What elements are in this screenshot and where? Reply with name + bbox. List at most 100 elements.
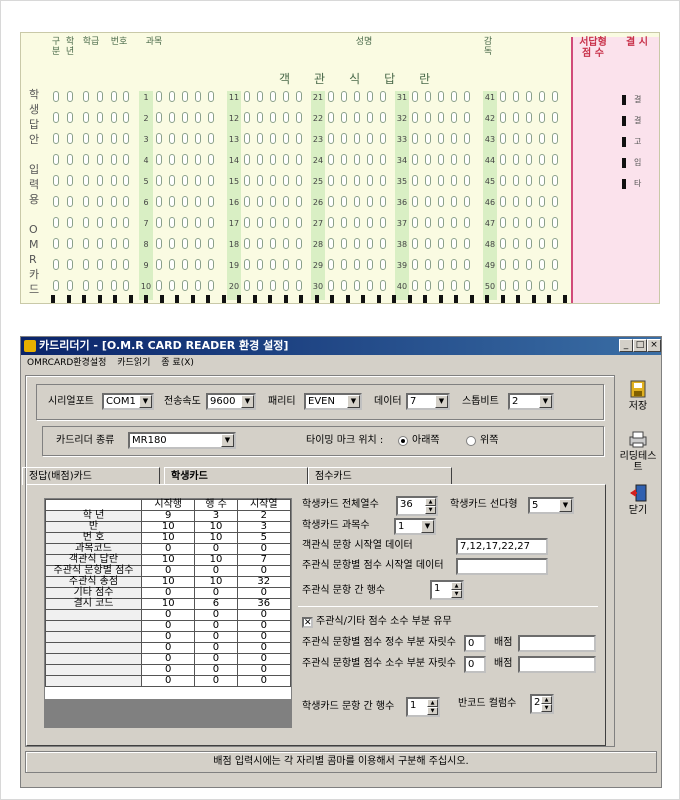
table-row[interactable]: 번 호 10 10 5 (45, 532, 292, 544)
grid-cell[interactable]: 0 (236, 543, 292, 555)
spin-up-icon[interactable]: ▲ (427, 699, 438, 707)
radio-top[interactable] (466, 436, 476, 446)
table-row[interactable]: 000 (45, 642, 292, 654)
close-panel-button[interactable]: 닫기 (617, 483, 659, 516)
table-row[interactable]: 객관식 답란 10 10 7 (45, 554, 292, 566)
radio-bottom[interactable] (398, 436, 408, 446)
grid-cell[interactable]: 10 (140, 598, 196, 610)
menu-omr-settings[interactable]: OMRCARD환경설정 (21, 355, 110, 371)
data-select[interactable]: 7 ▼ (406, 393, 450, 410)
grid-cell[interactable]: 36 (236, 598, 292, 610)
decimal-checkbox[interactable]: ✕ (302, 617, 313, 628)
table-row[interactable]: 반 10 10 3 (45, 521, 292, 533)
menu-card-read[interactable]: 카드읽기 (113, 355, 154, 371)
close-button[interactable]: × (647, 339, 661, 352)
grid-cell[interactable]: 0 (194, 675, 238, 687)
grid-cell[interactable]: 0 (140, 543, 196, 555)
grid-cell[interactable]: 10 (140, 554, 196, 566)
grid-cell[interactable]: 10 (194, 554, 238, 566)
grid-cell[interactable]: 0 (236, 664, 292, 676)
grid-cell[interactable]: 0 (140, 664, 196, 676)
grid-cell[interactable]: 0 (194, 587, 238, 599)
q-rows-spinner[interactable]: 1 ▲ ▼ (406, 697, 440, 717)
grid-cell[interactable]: 0 (236, 675, 292, 687)
save-button[interactable]: 저장 (617, 379, 659, 412)
grid-cell[interactable]: 0 (140, 565, 196, 577)
spin-up-icon[interactable]: ▲ (451, 582, 462, 590)
grid-cell[interactable]: 3 (236, 521, 292, 533)
grid-cell[interactable]: 0 (236, 609, 292, 621)
grid-cell[interactable]: 0 (236, 620, 292, 632)
grid-cell[interactable]: 0 (236, 631, 292, 643)
reader-test-button[interactable]: 리딩테스트 (617, 429, 659, 473)
table-row[interactable]: 000 (45, 653, 292, 665)
table-row[interactable]: 주관식 총점 10 10 32 (45, 576, 292, 588)
grid-cell[interactable]: 0 (140, 642, 196, 654)
grid-cell[interactable]: 10 (140, 521, 196, 533)
spin-up-icon[interactable]: ▲ (541, 696, 552, 704)
table-row[interactable]: 과목코드 0 0 0 (45, 543, 292, 555)
barcode-spinner[interactable]: 2 ▲ ▼ (530, 694, 554, 714)
grid-cell[interactable]: 0 (194, 653, 238, 665)
grid-cell[interactable]: 0 (140, 587, 196, 599)
grid-cell[interactable]: 0 (140, 609, 196, 621)
subjects-select[interactable]: 1 ▼ (394, 518, 436, 535)
table-row[interactable]: 기타 점수 0 0 0 (45, 587, 292, 599)
grid-cell[interactable]: 6 (194, 598, 238, 610)
reader-type-select[interactable]: MR180 ▼ (128, 432, 236, 449)
grid-cell[interactable]: 0 (140, 620, 196, 632)
table-row[interactable]: 000 (45, 631, 292, 643)
grid-cell[interactable]: 0 (236, 642, 292, 654)
frac-digits-input[interactable]: 0 (464, 656, 486, 673)
weight-input-2[interactable] (518, 656, 596, 673)
grid-cell[interactable]: 0 (194, 620, 238, 632)
grid-cell[interactable]: 2 (236, 510, 292, 522)
grid-cell[interactable]: 10 (194, 521, 238, 533)
field-grid[interactable]: 시작행 행 수 시작열 학 년 9 3 2 반 10 10 3 번 호 10 10 5 과목코드 0 0 0 객관식 … (44, 498, 292, 728)
parity-select[interactable]: EVEN ▼ (304, 393, 362, 410)
table-row[interactable]: 주관식 문항별 점수 0 0 0 (45, 565, 292, 577)
grid-cell[interactable]: 10 (194, 576, 238, 588)
grid-cell[interactable]: 32 (236, 576, 292, 588)
stopbit-select[interactable]: 2 ▼ (508, 393, 554, 410)
tab-score-card[interactable]: 점수카드 (308, 467, 452, 485)
table-row[interactable]: 000 (45, 620, 292, 632)
grid-cell[interactable]: 0 (194, 543, 238, 555)
grid-cell[interactable]: 0 (140, 653, 196, 665)
table-row[interactable]: 000 (45, 609, 292, 621)
grid-cell[interactable]: 3 (194, 510, 238, 522)
grid-cell[interactable]: 10 (194, 532, 238, 544)
grid-cell[interactable]: 0 (140, 675, 196, 687)
table-row[interactable]: 000 (45, 675, 292, 687)
grid-cell[interactable]: 0 (236, 565, 292, 577)
grid-cell[interactable]: 5 (236, 532, 292, 544)
spin-down-icon[interactable]: ▼ (541, 704, 552, 712)
weight-input-1[interactable] (518, 635, 596, 652)
grid-cell[interactable]: 0 (194, 664, 238, 676)
subj-start-input[interactable] (456, 558, 548, 575)
grid-cell[interactable]: 0 (194, 642, 238, 654)
grid-cell[interactable]: 0 (194, 631, 238, 643)
menu-exit[interactable]: 종 료(X) (157, 355, 198, 371)
grid-cell[interactable]: 0 (140, 631, 196, 643)
table-row[interactable]: 000 (45, 664, 292, 676)
speed-select[interactable]: 9600 ▼ (206, 393, 256, 410)
spin-down-icon[interactable]: ▼ (451, 590, 462, 598)
grid-cell[interactable]: 10 (140, 532, 196, 544)
grid-cell[interactable]: 0 (236, 587, 292, 599)
port-select[interactable]: COM1 ▼ (102, 393, 154, 410)
grid-cell[interactable]: 0 (236, 653, 292, 665)
spin-up-icon[interactable]: ▲ (425, 498, 436, 506)
maximize-button[interactable]: □ (633, 339, 647, 352)
lead-select[interactable]: 5 ▼ (528, 497, 574, 514)
table-row[interactable]: 학 년932 (45, 510, 292, 522)
grid-cell[interactable]: 9 (140, 510, 196, 522)
grid-cell[interactable]: 0 (194, 565, 238, 577)
spin-down-icon[interactable]: ▼ (427, 707, 438, 715)
grid-cell[interactable]: 0 (194, 609, 238, 621)
grid-cell[interactable]: 7 (236, 554, 292, 566)
grid-cell[interactable]: 10 (140, 576, 196, 588)
minimize-button[interactable]: _ (619, 339, 633, 352)
spin-down-icon[interactable]: ▼ (425, 506, 436, 514)
tab-answer-card[interactable]: 정답(배점)카드 (22, 467, 160, 485)
